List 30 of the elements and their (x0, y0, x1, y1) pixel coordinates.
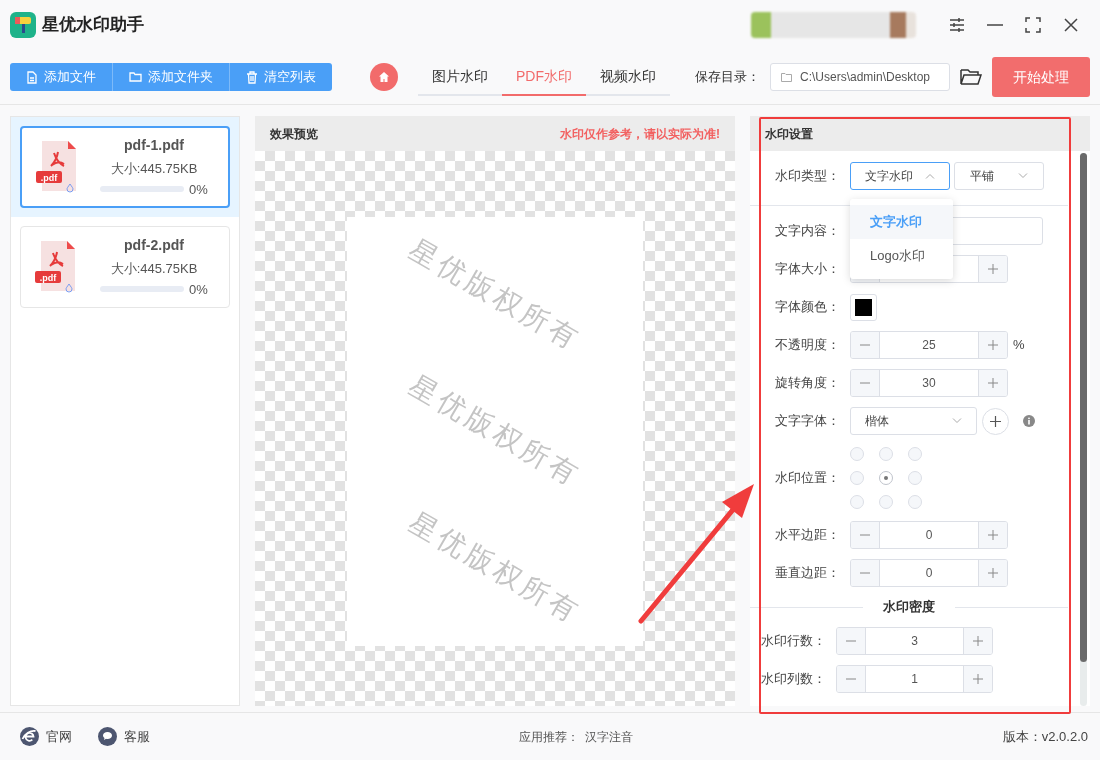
field-label: 水印列数： (761, 670, 827, 689)
file-name: pdf-2.pdf (124, 236, 184, 255)
field-label: 文字字体： (775, 412, 841, 431)
preview-notice: 水印仅作参考，请以实际为准! (560, 125, 720, 143)
file-size: 大小:445.75KB (110, 160, 198, 178)
watermark-text: 星优版权所有 (402, 367, 588, 496)
field-label: 旋转角度： (775, 374, 841, 393)
field-label: 文字内容： (775, 222, 841, 241)
field-label: 不透明度： (775, 336, 841, 355)
watermark-text: 星优版权所有 (402, 504, 588, 632)
field-label: 垂直边距： (775, 564, 841, 583)
preview-title: 效果预览 (270, 125, 318, 143)
version-label: 版本：v2.0.2.0 (1002, 727, 1088, 746)
field-label: 字体颜色： (775, 298, 841, 317)
file-size: 大小:445.75KB (110, 260, 198, 278)
save-dir-label: 保存目录： (695, 68, 760, 87)
app-title: 星优水印助手 (42, 14, 144, 37)
recommend-label: 应用推荐： (519, 728, 579, 746)
progress-percent: 0% (189, 280, 208, 299)
field-label: 水印类型： (775, 167, 841, 186)
field-label: 水印位置： (775, 469, 841, 488)
section-title: 水印密度 (882, 598, 936, 617)
progress-percent: 0% (189, 180, 208, 199)
field-label: 水印行数： (761, 632, 827, 651)
field-label: 字体大小： (775, 260, 841, 279)
settings-title: 水印设置 (765, 125, 813, 143)
unit-label: % (1013, 336, 1025, 355)
watermark-text: 星优版权所有 (402, 231, 588, 359)
field-label: 水平边距： (775, 526, 841, 545)
file-name: pdf-1.pdf (124, 136, 184, 155)
